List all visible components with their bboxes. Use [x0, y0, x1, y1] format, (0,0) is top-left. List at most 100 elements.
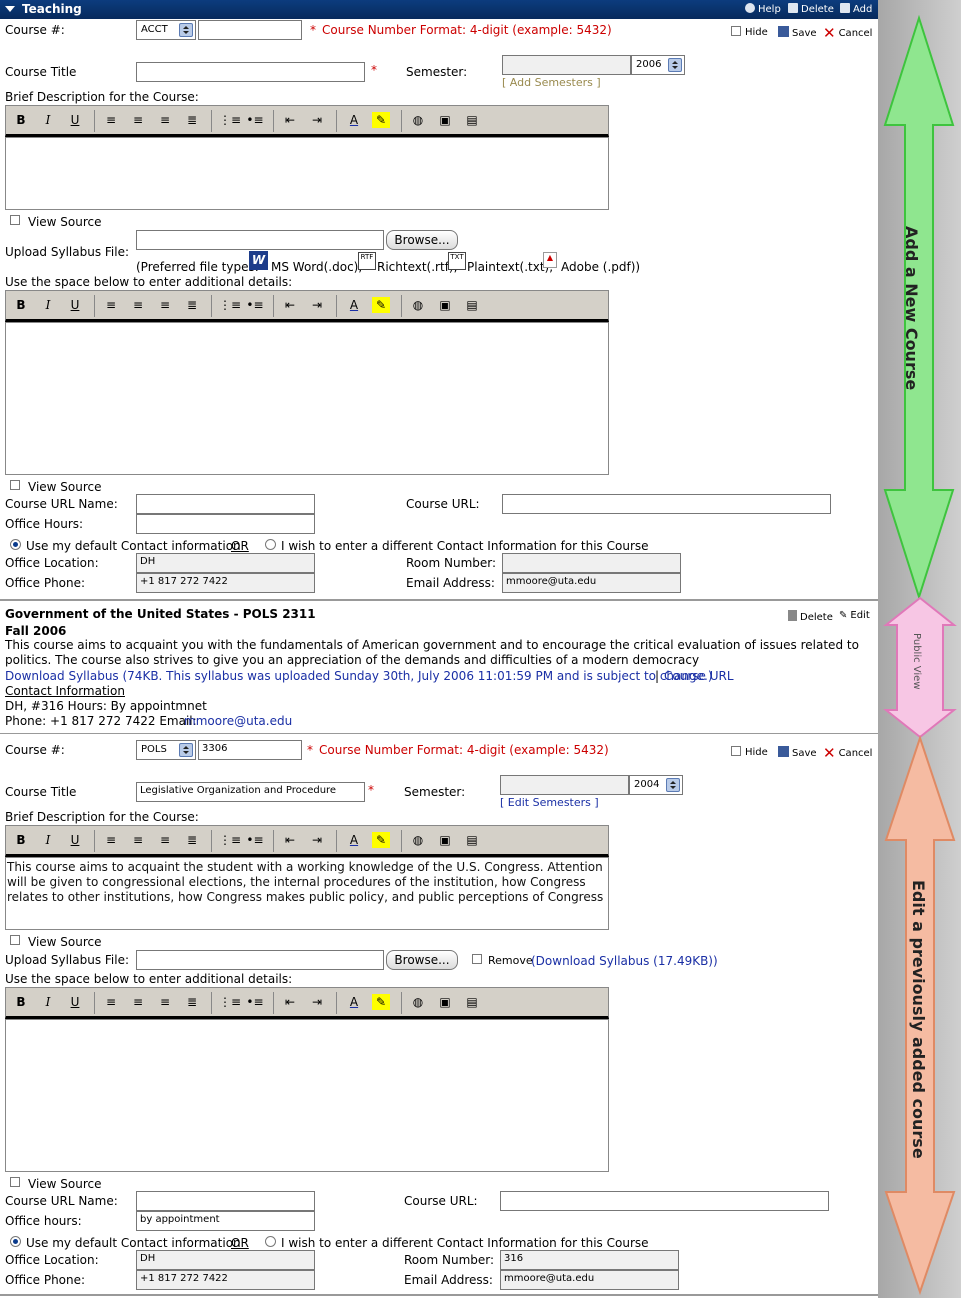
course-url-name-input[interactable]	[136, 1191, 315, 1211]
image-icon[interactable]: ▣	[436, 112, 454, 128]
delete-button[interactable]: Delete	[788, 3, 834, 15]
office-phone-input[interactable]: +1 817 272 7422	[136, 573, 315, 593]
outdent-icon[interactable]: ⇤	[281, 832, 299, 848]
save-button[interactable]: Save	[778, 26, 817, 39]
outdent-icon[interactable]: ⇤	[281, 994, 299, 1010]
outdent-icon[interactable]: ⇤	[281, 112, 299, 128]
align-right-icon[interactable]: ≡	[156, 112, 174, 128]
bold-icon[interactable]: B	[12, 297, 30, 313]
italic-icon[interactable]: I	[39, 112, 57, 128]
upload-syllabus-input[interactable]	[136, 950, 384, 970]
year-select[interactable]: 2006	[631, 55, 685, 75]
default-contact-radio[interactable]	[10, 539, 21, 550]
underline-icon[interactable]: U	[66, 832, 84, 848]
hide-toggle[interactable]: Hide	[731, 26, 768, 38]
hide-checkbox[interactable]	[731, 746, 741, 756]
dept-select[interactable]: ACCT	[136, 20, 196, 40]
font-color-icon[interactable]: A	[345, 297, 363, 313]
edit-semesters-link[interactable]: [ Edit Semesters ]	[500, 796, 599, 809]
view-source-checkbox[interactable]	[10, 480, 20, 490]
justify-icon[interactable]: ≣	[183, 994, 201, 1010]
remove-syllabus-checkbox[interactable]	[472, 954, 482, 964]
hide-toggle[interactable]: Hide	[731, 746, 768, 758]
description-editor[interactable]: This course aims to acquaint the student…	[5, 857, 609, 930]
link-icon[interactable]: ◍	[409, 297, 427, 313]
help-button[interactable]: Help	[745, 3, 781, 15]
justify-icon[interactable]: ≣	[183, 297, 201, 313]
course-url-input[interactable]	[500, 1191, 829, 1211]
bold-icon[interactable]: B	[12, 832, 30, 848]
cancel-button[interactable]: ✕ Cancel	[823, 24, 872, 42]
details-editor[interactable]	[5, 322, 609, 475]
image-icon[interactable]: ▣	[436, 832, 454, 848]
semester-select[interactable]	[502, 55, 631, 75]
public-delete-button[interactable]: Delete	[788, 610, 833, 623]
office-location-input[interactable]: DH	[136, 1250, 315, 1270]
indent-icon[interactable]: ⇥	[308, 832, 326, 848]
table-icon[interactable]: ▤	[463, 994, 481, 1010]
add-semesters-link[interactable]: [ Add Semesters ]	[502, 76, 601, 89]
underline-icon[interactable]: U	[66, 112, 84, 128]
room-number-input[interactable]: 316	[500, 1250, 679, 1270]
link-icon[interactable]: ◍	[409, 832, 427, 848]
align-center-icon[interactable]: ≡	[129, 297, 147, 313]
highlight-icon[interactable]: ✎	[372, 297, 390, 313]
indent-icon[interactable]: ⇥	[308, 112, 326, 128]
download-syllabus-link[interactable]: Download Syllabus (74KB. This syllabus w…	[5, 669, 713, 683]
save-button[interactable]: Save	[778, 746, 817, 759]
course-number-input[interactable]	[198, 20, 302, 40]
numbered-list-icon[interactable]: ⋮≡	[219, 832, 241, 848]
align-right-icon[interactable]: ≡	[156, 297, 174, 313]
semester-select[interactable]	[500, 775, 629, 795]
course-title-input[interactable]: Legislative Organization and Procedure	[136, 782, 365, 802]
bullet-list-icon[interactable]: •≡	[246, 297, 264, 313]
image-icon[interactable]: ▣	[436, 297, 454, 313]
office-phone-input[interactable]: +1 817 272 7422	[136, 1270, 315, 1290]
browse-button[interactable]: Browse...	[386, 230, 458, 250]
default-contact-radio[interactable]	[10, 1236, 21, 1247]
align-center-icon[interactable]: ≡	[129, 994, 147, 1010]
image-icon[interactable]: ▣	[436, 994, 454, 1010]
align-center-icon[interactable]: ≡	[129, 832, 147, 848]
font-color-icon[interactable]: A	[345, 994, 363, 1010]
bullet-list-icon[interactable]: •≡	[246, 832, 264, 848]
office-location-input[interactable]: DH	[136, 553, 315, 573]
custom-contact-radio[interactable]	[265, 539, 276, 550]
numbered-list-icon[interactable]: ⋮≡	[219, 994, 241, 1010]
bold-icon[interactable]: B	[12, 994, 30, 1010]
italic-icon[interactable]: I	[39, 832, 57, 848]
add-button[interactable]: Add	[840, 3, 872, 15]
description-editor[interactable]	[5, 137, 609, 210]
collapse-triangle-icon[interactable]	[5, 6, 15, 12]
align-right-icon[interactable]: ≡	[156, 832, 174, 848]
browse-button[interactable]: Browse...	[386, 950, 458, 970]
bold-icon[interactable]: B	[12, 112, 30, 128]
indent-icon[interactable]: ⇥	[308, 994, 326, 1010]
underline-icon[interactable]: U	[66, 297, 84, 313]
font-color-icon[interactable]: A	[345, 832, 363, 848]
year-select[interactable]: 2004	[629, 775, 683, 795]
align-right-icon[interactable]: ≡	[156, 994, 174, 1010]
office-hours-input[interactable]	[136, 514, 315, 534]
italic-icon[interactable]: I	[39, 297, 57, 313]
align-left-icon[interactable]: ≡	[102, 297, 120, 313]
custom-contact-radio[interactable]	[265, 1236, 276, 1247]
view-source-checkbox[interactable]	[10, 215, 20, 225]
cancel-button[interactable]: ✕ Cancel	[823, 744, 872, 762]
public-email-link[interactable]: mmoore@uta.edu	[184, 714, 292, 728]
view-source-checkbox[interactable]	[10, 1177, 20, 1187]
align-center-icon[interactable]: ≡	[129, 112, 147, 128]
align-left-icon[interactable]: ≡	[102, 832, 120, 848]
bullet-list-icon[interactable]: •≡	[246, 994, 264, 1010]
highlight-icon[interactable]: ✎	[372, 994, 390, 1010]
align-left-icon[interactable]: ≡	[102, 112, 120, 128]
table-icon[interactable]: ▤	[463, 832, 481, 848]
font-color-icon[interactable]: A	[345, 112, 363, 128]
highlight-icon[interactable]: ✎	[372, 112, 390, 128]
course-url-name-input[interactable]	[136, 494, 315, 514]
numbered-list-icon[interactable]: ⋮≡	[219, 297, 241, 313]
course-url-input[interactable]	[502, 494, 831, 514]
upload-syllabus-input[interactable]	[136, 230, 384, 250]
download-syllabus-link[interactable]: (Download Syllabus (17.49KB))	[531, 954, 718, 968]
link-icon[interactable]: ◍	[409, 994, 427, 1010]
